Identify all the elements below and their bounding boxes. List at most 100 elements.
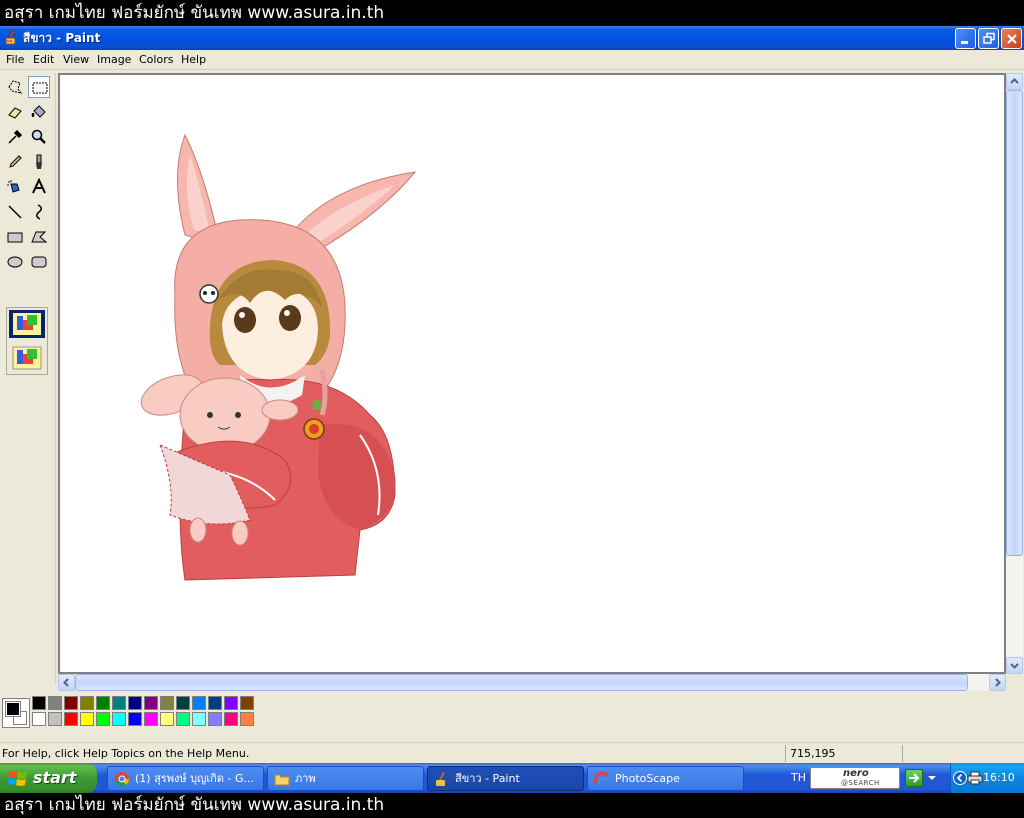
free-form-select-tool[interactable] (4, 76, 26, 98)
pencil-tool[interactable] (4, 151, 26, 173)
curve-tool[interactable] (28, 201, 50, 223)
clock[interactable]: 16:10 (983, 763, 1015, 793)
language-indicator[interactable]: TH (791, 763, 806, 793)
rectangle-tool[interactable] (4, 226, 26, 248)
taskbar-item-chrome[interactable]: (1) สุรพงษ์ บุญเกิด - G... (107, 766, 264, 791)
taskbar-item-photoscape[interactable]: PhotoScape (587, 766, 744, 791)
arrow-right-icon (909, 773, 920, 783)
horizontal-scrollbar[interactable] (58, 674, 1006, 691)
color-swatch[interactable] (32, 696, 46, 710)
color-swatch[interactable] (48, 712, 62, 726)
menu-colors[interactable]: Colors (136, 50, 176, 70)
magnifier-tool[interactable] (28, 126, 50, 148)
color-swatch[interactable] (64, 712, 78, 726)
menu-bar: File Edit View Image Colors Help (0, 50, 1024, 70)
minimize-icon (961, 41, 968, 44)
scroll-right-button[interactable] (989, 674, 1006, 691)
color-swatch[interactable] (160, 696, 174, 710)
color-swatch[interactable] (208, 696, 222, 710)
eraser-tool[interactable] (4, 101, 26, 123)
rounded-rectangle-tool[interactable] (28, 251, 50, 273)
color-swatch[interactable] (176, 712, 190, 726)
scrollbar-corner (1006, 674, 1023, 691)
drawing-canvas[interactable] (60, 75, 1004, 672)
task-label: ภาพ (295, 772, 316, 785)
color-swatch[interactable] (96, 712, 110, 726)
color-swatch[interactable] (224, 712, 238, 726)
start-button[interactable]: start (0, 763, 97, 793)
minimize-button[interactable] (955, 28, 976, 49)
free-form-select-icon (8, 80, 23, 94)
ellipse-tool[interactable] (4, 251, 26, 273)
color-swatch[interactable] (144, 696, 158, 710)
color-swatch[interactable] (176, 696, 190, 710)
canvas-image (140, 133, 417, 581)
line-tool[interactable] (4, 201, 26, 223)
airbrush-icon (7, 180, 20, 193)
color-swatch[interactable] (128, 712, 142, 726)
menu-view[interactable]: View (60, 50, 92, 70)
printer-icon[interactable] (967, 771, 983, 785)
scroll-down-button[interactable] (1006, 657, 1023, 674)
restore-button[interactable] (978, 28, 999, 49)
color-swatch[interactable] (80, 712, 94, 726)
color-swatch[interactable] (192, 712, 206, 726)
menu-edit[interactable]: Edit (30, 50, 57, 70)
tool-options (6, 307, 48, 375)
nero-search-label: @SEARCH (841, 779, 880, 787)
color-swatch[interactable] (112, 712, 126, 726)
fill-tool[interactable] (28, 101, 50, 123)
color-swatch[interactable] (192, 696, 206, 710)
show-hidden-icons-icon[interactable] (953, 770, 967, 786)
menu-help[interactable]: Help (178, 50, 209, 70)
pick-color-tool[interactable] (4, 126, 26, 148)
brush-tool[interactable] (28, 151, 50, 173)
color-swatch[interactable] (80, 696, 94, 710)
text-tool[interactable] (28, 176, 50, 198)
curve-icon (36, 204, 42, 220)
paint-bucket-icon (31, 105, 46, 118)
status-separator (785, 745, 786, 762)
status-bar: For Help, click Help Topics on the Help … (0, 742, 1024, 763)
taskbar-item-paint[interactable]: สีขาว - Paint (427, 766, 584, 791)
polygon-tool[interactable] (28, 226, 50, 248)
transparent-shapes-icon (12, 346, 42, 370)
top-banner: อสุรา เกมไทย ฟอร์มยักษ์ ขันเทพ www.asura… (0, 0, 1024, 26)
color-swatch[interactable] (224, 696, 238, 710)
vertical-scroll-thumb[interactable] (1006, 90, 1023, 556)
color-swatch[interactable] (160, 712, 174, 726)
color-swatch[interactable] (48, 696, 62, 710)
scroll-up-button[interactable] (1006, 73, 1023, 90)
select-tool[interactable] (28, 76, 50, 98)
paint-app-icon (5, 29, 16, 45)
taskbar-item-folder[interactable]: ภาพ (267, 766, 424, 791)
title-bar[interactable]: สีขาว - Paint (0, 26, 1024, 50)
color-swatch[interactable] (96, 696, 110, 710)
opaque-option[interactable] (9, 310, 45, 338)
color-swatch[interactable] (128, 696, 142, 710)
vertical-scrollbar[interactable] (1006, 73, 1023, 674)
color-swatch[interactable] (144, 712, 158, 726)
close-button[interactable] (1001, 28, 1022, 49)
pencil-icon (9, 155, 22, 168)
scroll-down-icon (1010, 663, 1019, 669)
horizontal-scroll-thumb[interactable] (75, 674, 968, 691)
rectangle-icon (7, 232, 23, 243)
transparent-option[interactable] (9, 344, 45, 372)
menu-image[interactable]: Image (94, 50, 134, 70)
color-swatch[interactable] (32, 712, 46, 726)
menu-file[interactable]: File (3, 50, 27, 70)
nero-search-box[interactable]: nero @SEARCH (810, 767, 900, 789)
color-swatch[interactable] (240, 712, 254, 726)
nero-go-button[interactable] (905, 769, 923, 787)
scroll-left-button[interactable] (58, 674, 75, 691)
current-colors[interactable] (2, 698, 30, 728)
dropdown-arrow-icon[interactable] (925, 771, 939, 785)
color-swatch[interactable] (240, 696, 254, 710)
color-swatch[interactable] (112, 696, 126, 710)
color-swatch[interactable] (208, 712, 222, 726)
color-swatch[interactable] (64, 696, 78, 710)
close-icon (1007, 34, 1017, 44)
airbrush-tool[interactable] (4, 176, 26, 198)
folder-icon (274, 774, 290, 786)
